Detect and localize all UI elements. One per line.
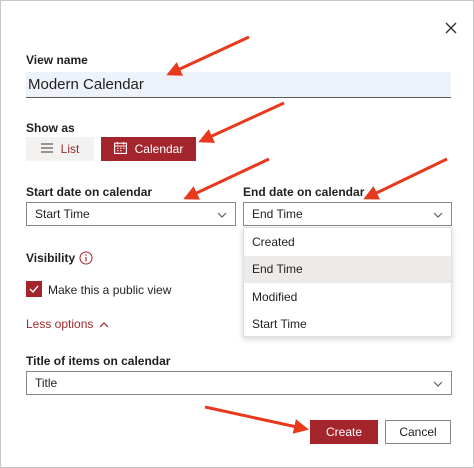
end-date-option-start-time[interactable]: Start Time	[244, 311, 451, 339]
end-date-value: End Time	[252, 207, 303, 221]
chevron-down-icon	[433, 207, 443, 221]
show-as-list-label: List	[60, 142, 80, 156]
cancel-button[interactable]: Cancel	[385, 420, 451, 444]
end-date-options-menu: Created End Time Modified Start Time	[243, 227, 452, 337]
info-icon[interactable]	[79, 251, 93, 265]
end-date-option-created[interactable]: Created	[244, 228, 451, 256]
title-items-label: Title of items on calendar	[26, 354, 171, 368]
show-as-calendar-label: Calendar	[134, 142, 184, 156]
end-date-dropdown[interactable]: End Time	[243, 202, 452, 226]
calendar-icon	[113, 141, 127, 157]
arrow-to-view-name	[166, 35, 250, 76]
chevron-down-icon	[217, 207, 227, 221]
list-icon	[40, 142, 53, 156]
start-date-value: Start Time	[35, 207, 90, 221]
view-name-input[interactable]: Modern Calendar	[26, 72, 451, 98]
start-date-label: Start date on calendar	[26, 185, 153, 199]
view-dialog: View name Modern Calendar Show as List C…	[0, 0, 474, 468]
end-date-option-end-time[interactable]: End Time	[244, 255, 451, 283]
end-date-label: End date on calendar	[243, 185, 365, 199]
end-date-option-modified[interactable]: Modified	[244, 283, 451, 311]
create-button[interactable]: Create	[310, 420, 378, 444]
less-options-label: Less options	[26, 317, 94, 331]
arrow-to-create	[204, 405, 309, 434]
chevron-down-icon	[433, 376, 443, 390]
arrow-to-calendar-button	[198, 101, 285, 143]
start-date-dropdown[interactable]: Start Time	[26, 202, 236, 226]
public-view-checkbox[interactable]	[26, 281, 42, 297]
public-view-label: Make this a public view	[48, 283, 172, 297]
show-as-label: Show as	[26, 121, 75, 135]
visibility-label: Visibility	[26, 251, 76, 265]
less-options-link[interactable]: Less options	[26, 317, 109, 331]
arrow-to-end-date	[363, 157, 448, 200]
title-items-dropdown[interactable]: Title	[26, 371, 452, 395]
close-icon[interactable]	[441, 18, 461, 38]
view-name-label: View name	[26, 53, 88, 67]
show-as-list-button[interactable]: List	[26, 137, 94, 161]
checkmark-icon	[29, 280, 39, 298]
title-items-value: Title	[35, 376, 58, 390]
chevron-up-icon	[99, 317, 109, 331]
show-as-calendar-button[interactable]: Calendar	[101, 137, 196, 161]
